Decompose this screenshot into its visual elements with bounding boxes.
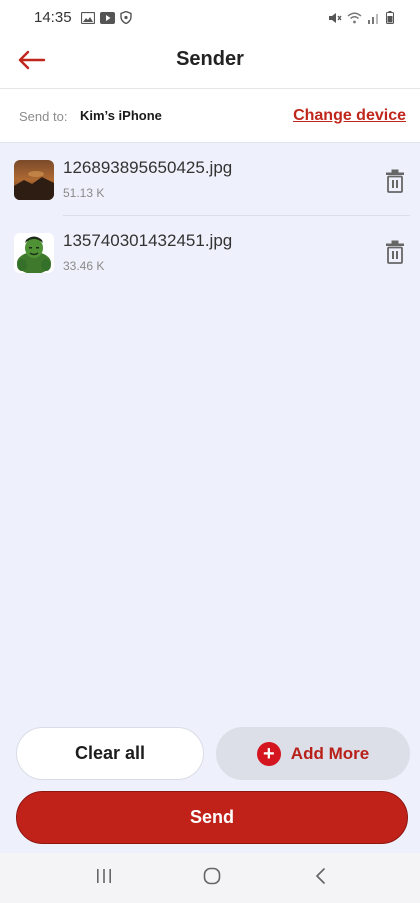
file-name: 126893895650425.jpg [63, 158, 233, 177]
add-more-button[interactable]: + Add More [216, 727, 410, 780]
send-to-label: Send to: [19, 109, 68, 124]
mute-icon [329, 12, 342, 23]
gallery-icon [81, 11, 95, 24]
file-name: 135740301432451.jpg [63, 231, 233, 250]
status-bar: 14:35 [0, 0, 420, 34]
trash-icon [386, 169, 404, 193]
clear-all-button[interactable]: Clear all [16, 727, 204, 780]
trash-icon [386, 240, 404, 264]
landscape-photo-icon [14, 160, 54, 200]
home-icon [203, 867, 221, 885]
send-button[interactable]: Send [16, 791, 408, 844]
send-to-bar: Send to: Kim’s iPhone Change device [0, 90, 420, 143]
hulk-photo-icon [14, 233, 54, 273]
app-header: Sender [0, 34, 420, 89]
youtube-icon [100, 11, 115, 24]
signal-icon [368, 13, 378, 24]
status-notification-icons [81, 11, 132, 24]
system-navigation-bar [0, 853, 420, 903]
status-system-icons [328, 11, 394, 24]
file-list-item[interactable]: 126893895650425.jpg 51.13 K [0, 143, 420, 215]
target-device-name: Kim’s iPhone [80, 108, 162, 123]
delete-file-button[interactable] [386, 240, 404, 264]
recent-apps-button[interactable] [96, 867, 112, 890]
file-size: 51.13 K [63, 186, 105, 200]
file-list-item[interactable]: 135740301432451.jpg 33.46 K [0, 216, 420, 288]
plus-circle-icon: + [256, 741, 281, 766]
page-title: Sender [176, 48, 244, 70]
chevron-left-icon [316, 868, 325, 884]
shield-icon [120, 11, 132, 24]
system-back-button[interactable] [314, 867, 326, 890]
recent-apps-icon [97, 869, 111, 883]
status-time: 14:35 [34, 9, 72, 26]
change-device-link[interactable]: Change device [293, 107, 406, 125]
file-size: 33.46 K [63, 259, 105, 273]
wifi-icon [347, 12, 362, 23]
battery-icon [386, 11, 394, 24]
add-more-label: Add More [290, 743, 370, 763]
home-button[interactable] [203, 867, 221, 890]
delete-file-button[interactable] [386, 169, 404, 193]
